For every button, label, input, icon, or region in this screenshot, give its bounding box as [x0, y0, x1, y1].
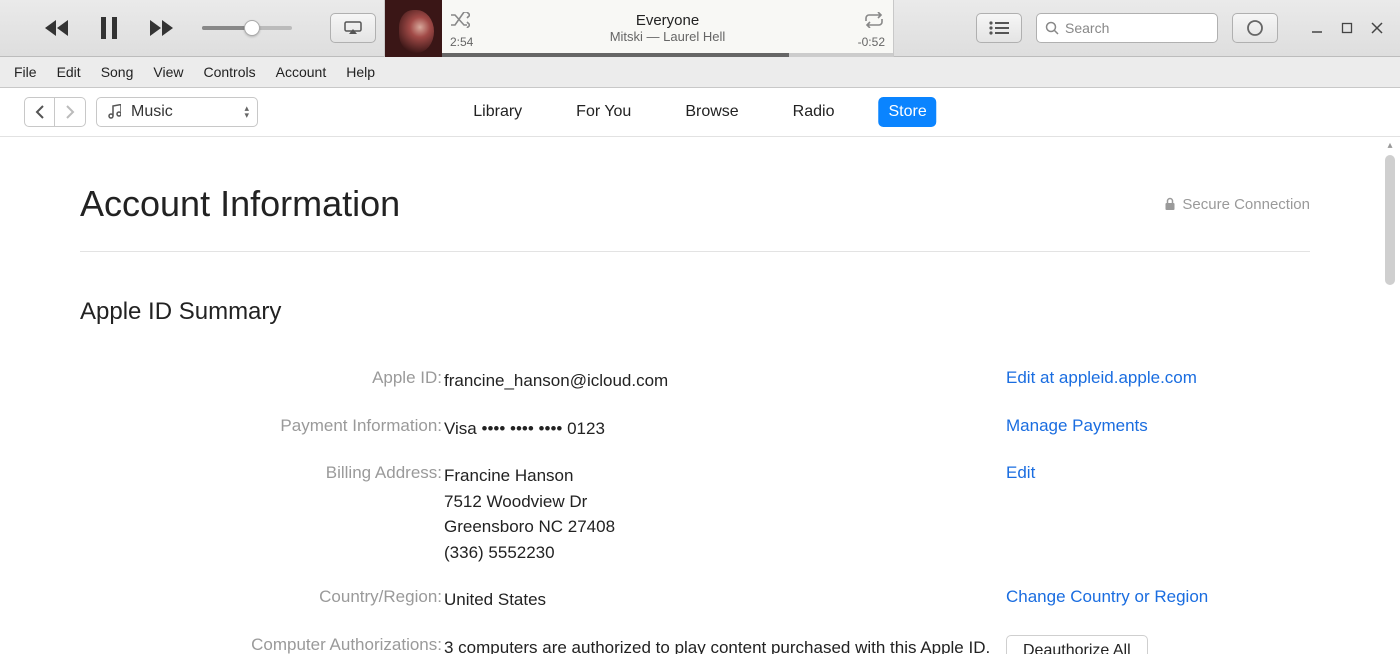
row-billing: Billing Address: Francine Hanson 7512 Wo… [82, 453, 1308, 575]
tab-browse[interactable]: Browse [675, 97, 748, 127]
tab-foryou[interactable]: For You [566, 97, 641, 127]
now-playing-info: Everyone Mitski — Laurel Hell 2:54 -0:52 [442, 0, 893, 57]
menu-song[interactable]: Song [101, 64, 134, 80]
deauthorize-all-button[interactable]: Deauthorize All [1006, 635, 1148, 654]
menu-file[interactable]: File [14, 64, 37, 80]
label-auth: Computer Authorizations: [82, 625, 442, 654]
previous-button[interactable] [40, 11, 74, 45]
account-info-table: Apple ID: francine_hanson@icloud.com Edi… [80, 356, 1310, 654]
lock-icon [1164, 197, 1176, 211]
row-country: Country/Region: United States Change Cou… [82, 577, 1308, 623]
menu-help[interactable]: Help [346, 64, 375, 80]
billing-phone: (336) 5552230 [444, 540, 1004, 566]
section-title: Apple ID Summary [80, 298, 1310, 326]
minimize-button[interactable] [1310, 21, 1324, 39]
assistant-button[interactable] [1232, 13, 1278, 43]
tab-radio[interactable]: Radio [783, 97, 845, 127]
now-playing: Everyone Mitski — Laurel Hell 2:54 -0:52 [384, 0, 894, 57]
menu-account[interactable]: Account [276, 64, 327, 80]
scrollbar[interactable]: ▴ [1382, 137, 1398, 654]
secure-label: Secure Connection [1182, 196, 1310, 213]
row-apple-id: Apple ID: francine_hanson@icloud.com Edi… [82, 358, 1308, 404]
value-billing: Francine Hanson 7512 Woodview Dr Greensb… [444, 453, 1004, 575]
value-apple-id: francine_hanson@icloud.com [444, 358, 1004, 404]
transport-bar: Everyone Mitski — Laurel Hell 2:54 -0:52… [0, 0, 1400, 57]
row-payment: Payment Information: Visa •••• •••• ••••… [82, 406, 1308, 452]
value-payment: Visa •••• •••• •••• 0123 [444, 406, 1004, 452]
content-wrap: Account Information Secure Connection Ap… [0, 137, 1400, 654]
link-manage-payments[interactable]: Manage Payments [1006, 416, 1148, 435]
label-billing: Billing Address: [82, 453, 442, 575]
billing-street: 7512 Woodview Dr [444, 489, 1004, 515]
label-country: Country/Region: [82, 577, 442, 623]
value-auth: 3 computers are authorized to play conte… [444, 625, 1004, 654]
source-select[interactable]: Music ▴▾ [96, 97, 258, 127]
value-country: United States [444, 577, 1004, 623]
elapsed-time: 2:54 [450, 35, 473, 49]
secure-connection: Secure Connection [1164, 196, 1310, 213]
tab-library[interactable]: Library [463, 97, 532, 127]
source-label: Music [131, 103, 173, 121]
scroll-up-icon[interactable]: ▴ [1382, 137, 1398, 153]
volume-slider[interactable] [202, 26, 292, 30]
menubar: File Edit Song View Controls Account Hel… [0, 57, 1400, 88]
back-button[interactable] [25, 98, 55, 126]
window-controls [1310, 13, 1384, 39]
airplay-button[interactable] [330, 13, 376, 43]
scroll-thumb[interactable] [1385, 155, 1395, 285]
link-change-country[interactable]: Change Country or Region [1006, 587, 1208, 606]
history-buttons [24, 97, 86, 127]
search-placeholder: Search [1065, 20, 1109, 36]
shuffle-icon[interactable] [450, 12, 470, 33]
link-edit-billing[interactable]: Edit [1006, 463, 1035, 482]
page-header: Account Information Secure Connection [80, 183, 1310, 252]
content-scroll[interactable]: Account Information Secure Connection Ap… [0, 137, 1400, 654]
track-album: Laurel Hell [663, 29, 725, 44]
up-next-button[interactable] [976, 13, 1022, 43]
search-input[interactable]: Search [1036, 13, 1218, 43]
row-auth: Computer Authorizations: 3 computers are… [82, 625, 1308, 654]
music-icon [107, 104, 121, 120]
repeat-icon[interactable] [863, 12, 885, 33]
track-meta: Mitski — Laurel Hell [610, 29, 726, 44]
forward-button[interactable] [55, 98, 85, 126]
search-icon [1045, 21, 1059, 35]
link-edit-apple-id[interactable]: Edit at appleid.apple.com [1006, 368, 1197, 387]
track-title: Everyone [636, 12, 699, 29]
album-art[interactable] [385, 0, 442, 57]
billing-name: Francine Hanson [444, 463, 1004, 489]
close-button[interactable] [1370, 21, 1384, 39]
next-button[interactable] [144, 11, 178, 45]
maximize-button[interactable] [1340, 21, 1354, 39]
track-artist: Mitski [610, 29, 643, 44]
menu-controls[interactable]: Controls [203, 64, 255, 80]
playback-controls [0, 11, 376, 45]
chevron-updown-icon: ▴▾ [244, 105, 249, 119]
label-apple-id: Apple ID: [82, 358, 442, 404]
pause-button[interactable] [92, 11, 126, 45]
progress-fill [442, 53, 789, 57]
menu-edit[interactable]: Edit [57, 64, 81, 80]
progress-track[interactable] [442, 53, 893, 57]
center-tabs: Library For You Browse Radio Store [463, 97, 936, 127]
remaining-time: -0:52 [858, 35, 885, 49]
right-controls: Search [894, 13, 1400, 43]
page-title: Account Information [80, 183, 400, 225]
nav-row: Music ▴▾ Library For You Browse Radio St… [0, 88, 1400, 137]
label-payment: Payment Information: [82, 406, 442, 452]
volume-thumb[interactable] [244, 20, 260, 36]
billing-city: Greensboro NC 27408 [444, 514, 1004, 540]
menu-view[interactable]: View [153, 64, 183, 80]
tab-store[interactable]: Store [878, 97, 936, 127]
